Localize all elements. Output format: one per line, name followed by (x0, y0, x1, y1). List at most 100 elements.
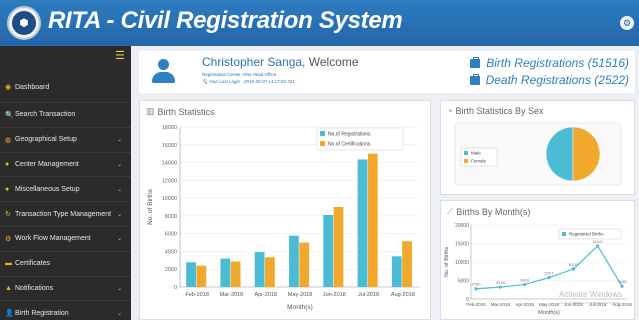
bar (230, 261, 241, 287)
x-tick-label: Feb-2018 (185, 292, 209, 298)
data-point (571, 267, 575, 271)
sidebar-item-notifications[interactable]: ▲ Notifications ⌄ (0, 275, 131, 301)
x-tick-label: Jul-2018 (358, 292, 379, 298)
chevron-down-icon: ⌄ (116, 285, 122, 292)
y-tick-label: 8000 (165, 214, 177, 220)
search-icon: 🔍 (5, 111, 14, 119)
birth-statistics-chart: 0 2000 4000 6000 8000 10000 12000 14000 16000 180… (147, 125, 420, 311)
legend-label: Registered Births (569, 232, 604, 237)
sidebar-item-dashboard[interactable]: ◉ Dashboard (0, 72, 131, 102)
welcome-heading: Christopher Sanga, Welcome (202, 55, 359, 69)
data-label: 5767 (545, 271, 555, 276)
birth-by-sex-panel: ◔ Birth Statistics By Sex Male Female (440, 100, 635, 195)
legend-label: Male (471, 151, 481, 156)
dashboard-icon: ◉ (5, 84, 12, 91)
sidebar-item-label: Certificates (15, 260, 51, 268)
y-axis-label: No. of Births (147, 188, 154, 225)
sidebar-item-miscellaneous-setup[interactable]: ● Miscellaneous Setup ⌄ (0, 176, 131, 201)
pie-chart-icon: ◔ (447, 106, 453, 116)
bar (299, 242, 310, 287)
birth-by-sex-chart: Male Female (454, 122, 622, 186)
app-title: RITA - Civil Registration System (48, 7, 403, 34)
chevron-down-icon: ⌄ (116, 137, 122, 144)
bar (391, 256, 402, 287)
data-point (498, 285, 502, 289)
y-tick-label: 16000 (162, 143, 177, 149)
chevron-down-icon: ⌄ (116, 186, 122, 193)
x-tick-label: Mar-2018 (220, 292, 244, 298)
data-point (620, 284, 624, 288)
data-label: 2780 (472, 282, 482, 287)
y-tick-label: 12000 (162, 178, 177, 184)
x-axis-label: Month(s) (287, 304, 313, 311)
data-label: 8102 (569, 262, 579, 267)
data-label: 14347 (592, 239, 604, 244)
sidebar-item-label: Birth Registration (15, 309, 69, 317)
last-login: 🔍 Your Last Login - 2018-08-07 14:17:04.… (202, 79, 295, 84)
app-logo[interactable]: ⬢ (7, 6, 41, 40)
certificate-icon: ▬ (5, 260, 12, 268)
sidebar-item-geographical-setup[interactable]: ◍ Geographical Setup ⌄ (0, 126, 131, 152)
bar (220, 258, 231, 287)
gear-icon[interactable]: ⚙ (620, 16, 634, 30)
y-tick-label: 20000 (455, 223, 469, 229)
sidebar-item-work-flow-management[interactable]: ⚙ Work Flow Management ⌄ (0, 225, 131, 251)
menu-toggle-icon[interactable]: ☰ (115, 51, 125, 62)
y-tick-label: 2000 (165, 267, 177, 273)
x-tick-label: Mar-2018 (491, 302, 511, 307)
chevron-down-icon: ⌄ (116, 236, 122, 243)
briefcase-icon (469, 73, 480, 85)
bar (323, 215, 334, 287)
births-by-month-panel: ⟋ Births By Month(s) 0 5000 10000 15000 2000… (440, 200, 635, 320)
watermark-title: Activate Windows (559, 290, 622, 299)
y-tick-label: 5000 (458, 279, 469, 285)
data-point (474, 287, 478, 291)
death-registrations-link[interactable]: Death Registrations (2522) (469, 73, 629, 87)
welcome-panel: Christopher Sanga, Welcome Registration … (139, 51, 635, 93)
x-axis-label: Month(s) (538, 310, 560, 316)
sidebar-item-certificates[interactable]: ▬ Certificates (0, 250, 131, 276)
data-label: 3926 (520, 277, 530, 282)
birth-by-sex-title: ◔ Birth Statistics By Sex (447, 106, 544, 116)
sidebar-item-label: Search Transaction (15, 111, 76, 119)
legend-label: No.of Certifications (328, 142, 371, 148)
bar (265, 257, 275, 287)
legend-swatch (464, 151, 468, 155)
y-tick-label: 10000 (455, 260, 469, 266)
bar (196, 265, 207, 287)
sidebar: ☰ ◉ Dashboard 🔍 Search Transaction ◍ Geograph… (0, 46, 131, 320)
sidebar-item-transaction-type-management[interactable]: ↻ Transaction Type Management ⌄ (0, 201, 131, 226)
watermark-subtitle: Go to Settings to activate Windows. (559, 300, 622, 305)
births-by-month-title: ⟋ Births By Month(s) (447, 206, 531, 217)
y-tick-label: 0 (174, 285, 177, 291)
sidebar-item-label: Geographical Setup (15, 136, 77, 144)
birth-registrations-link[interactable]: Birth Registrations (51516) (470, 56, 629, 70)
bar (402, 241, 412, 287)
chevron-down-icon: ⌄ (116, 211, 122, 218)
x-tick-label: May-2018 (288, 292, 312, 298)
legend-label: Female (471, 159, 487, 164)
bar (254, 252, 265, 287)
line-chart-icon: ⟋ (447, 206, 454, 216)
user-avatar-icon (151, 57, 176, 85)
sidebar-item-label: Center Management (15, 160, 79, 168)
sidebar-item-label: Transaction Type Management (15, 210, 112, 218)
chevron-down-icon: ⌄ (116, 310, 122, 317)
user-name: Christopher Sanga, (202, 55, 306, 69)
sidebar-item-birth-registration[interactable]: 👤 Birth Registration ⌄ (0, 300, 131, 320)
sidebar-item-search-transaction[interactable]: 🔍 Search Transaction (0, 102, 131, 127)
birth-statistics-title: ▥ Birth Statistics (146, 106, 215, 117)
chevron-down-icon: ⌄ (116, 161, 122, 168)
bar (333, 207, 344, 287)
bar-chart-icon: ▥ (146, 106, 155, 116)
sidebar-menu: ◉ Dashboard 🔍 Search Transaction ◍ Geographic… (0, 72, 131, 320)
data-point (596, 244, 600, 248)
seal-logo-icon: ⬢ (12, 11, 36, 35)
sidebar-item-label: Miscellaneous Setup (15, 185, 80, 193)
x-tick-label: Apr-2018 (254, 292, 277, 298)
transaction-icon: ↻ (5, 211, 11, 219)
y-tick-label: 14000 (162, 161, 177, 167)
legend-swatch (562, 232, 566, 236)
data-point (547, 276, 551, 280)
sidebar-item-center-management[interactable]: ● Center Management ⌄ (0, 151, 131, 177)
